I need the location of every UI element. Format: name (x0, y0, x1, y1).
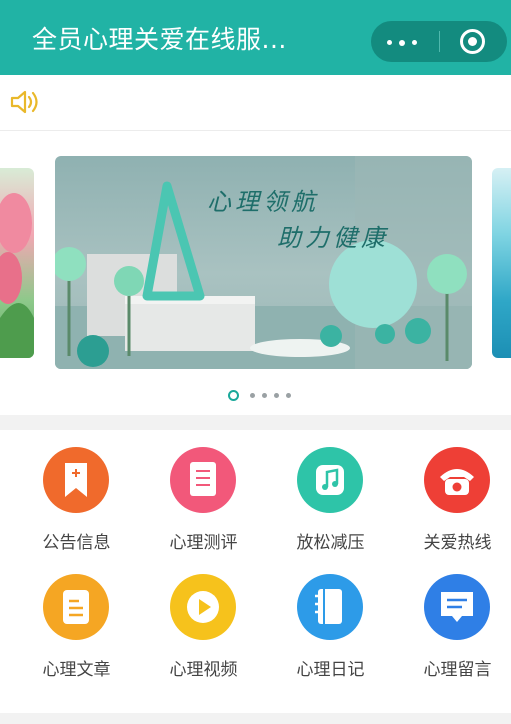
speaker-icon (10, 90, 38, 114)
pager-dot-active[interactable] (228, 390, 239, 401)
banner-slide[interactable]: 心理领航 助力健康 (55, 156, 472, 369)
pager-dot[interactable] (274, 393, 279, 398)
title-bar: 全员心理关爱在线服... (0, 0, 511, 75)
grid-item-assessment[interactable]: 心理测评 (140, 430, 267, 560)
grid-item-videos[interactable]: 心理视频 (140, 557, 267, 687)
banner-slogan-line2: 助力健康 (277, 224, 389, 252)
banner-next-slide[interactable] (492, 168, 511, 358)
grid-item-label: 关爱热线 (423, 533, 492, 553)
more-dots-icon[interactable] (387, 39, 427, 46)
pager-dot[interactable] (262, 393, 267, 398)
pager-dot[interactable] (250, 393, 255, 398)
grid-item-articles[interactable]: 心理文章 (13, 557, 140, 687)
banner-carousel[interactable]: 心理领航 助力健康 (0, 131, 511, 415)
music-note-icon (297, 447, 363, 513)
pager-dot[interactable] (286, 393, 291, 398)
grid-item-label: 心理留言 (423, 660, 492, 680)
grid-item-diary[interactable]: 心理日记 (267, 557, 394, 687)
grid-item-label: 放松减压 (296, 533, 365, 553)
section-divider (0, 415, 511, 430)
checklist-icon (170, 447, 236, 513)
capsule-divider (439, 31, 440, 52)
bottom-divider (0, 713, 511, 724)
grid-item-messages[interactable]: 心理留言 (394, 557, 511, 687)
grid-item-label: 心理测评 (169, 533, 238, 553)
carousel-pager (228, 390, 308, 402)
grid-item-label: 心理日记 (296, 660, 365, 680)
bookmark-icon (43, 447, 109, 513)
telephone-icon (424, 447, 490, 513)
grid-item-label: 心理文章 (42, 660, 111, 680)
notebook-icon (297, 574, 363, 640)
grid-item-hotline[interactable]: 关爱热线 (394, 430, 511, 560)
play-icon (170, 574, 236, 640)
page-title: 全员心理关爱在线服... (32, 25, 287, 54)
grid-item-label: 公告信息 (42, 533, 111, 553)
grid-item-label: 心理视频 (169, 660, 238, 680)
target-circle-icon[interactable] (459, 28, 486, 55)
document-icon (43, 574, 109, 640)
grid-item-relax[interactable]: 放松减压 (267, 430, 394, 560)
grid-item-announcement[interactable]: 公告信息 (13, 430, 140, 560)
message-icon (424, 574, 490, 640)
notice-bar[interactable] (0, 75, 511, 131)
function-grid: 公告信息 心理测评 放松减压 关爱热线 心理文章 心理视频 心理日记 心理留言 (0, 430, 511, 713)
banner-slogan-line1: 心理领航 (207, 188, 319, 216)
banner-prev-slide[interactable] (0, 168, 34, 358)
mini-program-capsule (371, 21, 507, 62)
